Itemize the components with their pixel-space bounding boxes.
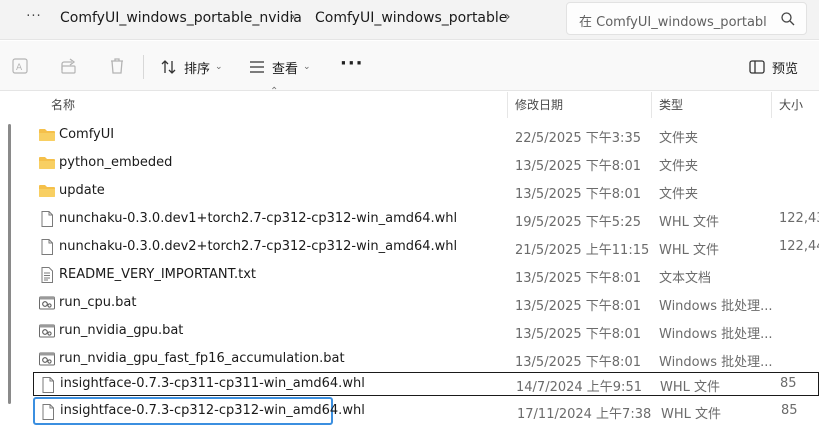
file-modified-date: 13/5/2025 下午8:01 — [515, 355, 641, 370]
file-modified-date: 13/5/2025 下午8:01 — [515, 159, 641, 174]
file-type: Windows 批处理... — [659, 299, 773, 314]
file-modified-date: 13/5/2025 下午8:01 — [515, 187, 641, 202]
file-row[interactable]: python_embeded 13/5/2025 下午8:01 文件夹 — [33, 149, 819, 177]
file-name: nunchaku-0.3.0.dev1+torch2.7-cp312-cp312… — [59, 211, 458, 226]
batch-file-icon — [38, 350, 56, 368]
file-row[interactable]: run_cpu.bat 13/5/2025 下午8:01 Windows 批处理..… — [33, 289, 819, 317]
file-row[interactable]: insightface-0.7.3-cp311-cp311-win_amd64.… — [33, 372, 819, 396]
command-bar: A 排序 ⌄ 查看 ⌄ ··· 预览 — [0, 41, 819, 91]
file-name: nunchaku-0.3.0.dev2+torch2.7-cp312-cp312… — [59, 239, 458, 254]
breadcrumb-more-button[interactable]: ··· — [22, 8, 46, 30]
file-name: insightface-0.7.3-cp312-cp312-win_amd64.… — [60, 403, 365, 418]
chevron-right-icon[interactable]: › — [505, 9, 511, 25]
file-icon — [39, 403, 57, 421]
column-header-size[interactable]: 大小 — [779, 96, 803, 113]
file-type: 文件夹 — [659, 159, 699, 174]
file-modified-date: 13/5/2025 下午8:01 — [515, 327, 641, 342]
breadcrumb-item-nvidia[interactable]: ComfyUI_windows_portable_nvidia — [60, 10, 302, 26]
file-row[interactable]: README_VERY_IMPORTANT.txt 13/5/2025 下午8:0… — [33, 261, 819, 289]
file-size: 122,43 — [779, 211, 819, 226]
share-icon[interactable] — [59, 56, 79, 76]
column-header-row: 名称 修改日期 类型 大小 — [0, 91, 819, 117]
folder-icon — [38, 154, 56, 172]
file-modified-date: 14/7/2024 上午9:51 — [516, 380, 642, 395]
file-modified-date: 22/5/2025 下午3:35 — [515, 131, 641, 146]
file-name: insightface-0.7.3-cp311-cp311-win_amd64.… — [60, 376, 365, 391]
file-name: python_embeded — [59, 155, 173, 170]
file-type: Windows 批处理... — [659, 327, 773, 342]
delete-icon[interactable] — [107, 56, 127, 76]
file-row[interactable]: run_nvidia_gpu.bat 13/5/2025 下午8:01 Window… — [33, 317, 819, 345]
search-box[interactable]: 在 ComfyUI_windows_portabl — [566, 2, 807, 35]
rename-icon[interactable]: A — [11, 56, 31, 76]
file-type: 文本文档 — [659, 271, 712, 286]
preview-pane-icon — [749, 60, 765, 74]
file-modified-date: 13/5/2025 下午8:01 — [515, 299, 641, 314]
view-icon — [250, 61, 264, 73]
sort-label: 排序 — [184, 61, 211, 77]
batch-file-icon — [38, 294, 56, 312]
view-label: 查看 — [272, 61, 299, 77]
file-modified-date: 21/5/2025 上午11:15 — [515, 243, 650, 258]
folder-icon — [38, 182, 56, 200]
file-modified-date: 17/11/2024 上午7:38 — [517, 407, 652, 422]
file-size: 85 — [780, 376, 797, 391]
column-divider[interactable] — [507, 92, 508, 118]
file-row[interactable]: nunchaku-0.3.0.dev2+torch2.7-cp312-cp312… — [33, 233, 819, 261]
scroll-indicator[interactable] — [8, 124, 11, 404]
toolbar-divider — [143, 55, 144, 79]
batch-file-icon — [38, 322, 56, 340]
file-size: 122,44 — [779, 239, 819, 254]
address-bar: ··· ComfyUI_windows_portable_nvidia › Co… — [0, 0, 819, 40]
file-icon — [38, 238, 56, 256]
search-icon — [781, 12, 795, 26]
file-modified-date: 19/5/2025 下午5:25 — [515, 215, 641, 230]
file-row[interactable]: insightface-0.7.3-cp312-cp312-win_amd64.… — [33, 397, 798, 425]
column-header-name[interactable]: 名称 — [51, 96, 75, 113]
view-button[interactable]: 查看 ⌄ — [248, 54, 311, 80]
column-header-modified[interactable]: 修改日期 — [515, 96, 563, 113]
preview-pane-button[interactable]: 预览 — [748, 54, 798, 80]
preview-label: 预览 — [772, 61, 799, 77]
chevron-right-icon: › — [290, 9, 296, 25]
file-name: run_cpu.bat — [59, 295, 137, 310]
chevron-down-icon: ⌄ — [303, 62, 311, 72]
column-divider[interactable] — [651, 92, 652, 118]
folder-icon — [38, 126, 56, 144]
file-type: WHL 文件 — [659, 243, 720, 258]
file-row[interactable]: nunchaku-0.3.0.dev1+torch2.7-cp312-cp312… — [33, 205, 819, 233]
column-divider[interactable] — [771, 92, 772, 118]
file-name: update — [59, 183, 105, 198]
file-name: README_VERY_IMPORTANT.txt — [59, 267, 257, 282]
file-icon — [38, 210, 56, 228]
file-row[interactable]: ComfyUI 22/5/2025 下午3:35 文件夹 — [33, 121, 819, 149]
text-file-icon — [38, 266, 56, 284]
file-icon — [39, 376, 57, 394]
sort-button[interactable]: 排序 ⌄ — [160, 54, 223, 80]
more-options-button[interactable]: ··· — [340, 53, 364, 74]
file-type: WHL 文件 — [660, 380, 721, 395]
file-type: 文件夹 — [659, 187, 699, 202]
file-row[interactable]: run_nvidia_gpu_fast_fp16_accumulation.ba… — [33, 345, 819, 373]
chevron-down-icon: ⌄ — [215, 62, 223, 72]
column-header-type[interactable]: 类型 — [659, 96, 683, 113]
breadcrumb-item-portable[interactable]: ComfyUI_windows_portable — [315, 10, 507, 26]
sort-icon — [161, 60, 176, 74]
file-row[interactable]: update 13/5/2025 下午8:01 文件夹 — [33, 177, 819, 205]
file-size: 85 — [781, 403, 798, 418]
file-name: run_nvidia_gpu_fast_fp16_accumulation.ba… — [59, 351, 345, 366]
file-type: WHL 文件 — [659, 215, 720, 230]
file-name: ComfyUI — [59, 127, 115, 142]
file-type: Windows 批处理... — [659, 355, 773, 370]
file-modified-date: 13/5/2025 下午8:01 — [515, 271, 641, 286]
file-type: WHL 文件 — [661, 407, 722, 422]
search-input[interactable]: 在 ComfyUI_windows_portabl — [579, 11, 774, 30]
file-type: 文件夹 — [659, 131, 699, 146]
svg-text:A: A — [16, 63, 23, 73]
file-name: run_nvidia_gpu.bat — [59, 323, 184, 338]
